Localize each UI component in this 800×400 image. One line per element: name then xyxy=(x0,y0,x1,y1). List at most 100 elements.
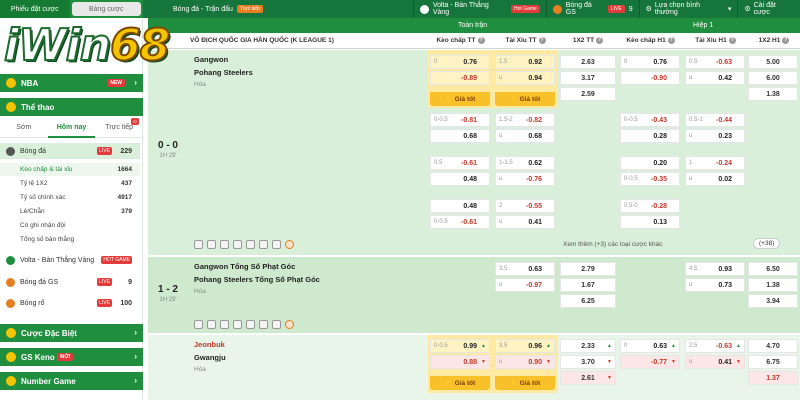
best-price-button[interactable]: ⚡ Giá tốt xyxy=(430,376,490,390)
info-icon[interactable]: ? xyxy=(728,36,736,44)
odds-cell[interactable]: 0.5-0 -0.28 xyxy=(620,199,680,213)
odds-cell[interactable]: 2.61 ▼ xyxy=(560,371,616,385)
best-price-button[interactable]: ⚡ Giá tốt xyxy=(495,92,555,106)
odds-cell[interactable]: u 0.94 xyxy=(495,71,555,85)
odds-cell[interactable]: 3.5 0.63 xyxy=(495,262,555,276)
odds-cell[interactable]: u -0.97 xyxy=(495,278,555,292)
scoreboard-icon[interactable] xyxy=(272,239,281,249)
odds-cell[interactable]: 0.20 xyxy=(620,156,680,170)
odds-cell[interactable]: 0.5 -0.61 xyxy=(430,156,490,170)
star-icon[interactable] xyxy=(194,319,203,329)
odds-cell[interactable]: 2 -0.55 xyxy=(495,199,555,213)
sidebar-item-sports[interactable]: Thể thao xyxy=(0,98,143,116)
odds-cell[interactable]: 4.70 xyxy=(748,339,798,353)
odds-cell[interactable]: 1.37 xyxy=(748,371,798,385)
volta-link[interactable]: Volta - Bàn Thắng Vàng Hot Game xyxy=(412,0,546,18)
odds-cell[interactable]: 1.38 xyxy=(748,87,798,101)
odds-cell[interactable]: u 0.90 ▼ xyxy=(495,355,555,369)
odds-cell[interactable]: 1.67 xyxy=(560,278,616,292)
odds-cell[interactable]: u 0.02 xyxy=(685,172,745,186)
odds-cell[interactable]: 0.68 xyxy=(430,129,490,143)
table-icon[interactable] xyxy=(246,319,255,329)
best-price-button[interactable]: ⚡ Giá tốt xyxy=(430,92,490,106)
info-icon[interactable]: ? xyxy=(667,36,675,44)
odds-cell[interactable]: 2.33 ▲ xyxy=(560,339,616,353)
table-icon[interactable] xyxy=(246,239,255,249)
sub-item-total-goals[interactable]: Tổng số bàn thắng xyxy=(0,233,140,246)
chart-icon[interactable] xyxy=(220,319,229,329)
odds-cell[interactable]: 1 -0.24 xyxy=(685,156,745,170)
odds-cell[interactable]: 6.50 xyxy=(748,262,798,276)
sub-item-team-score[interactable]: Có ghi nhận đội xyxy=(0,219,140,232)
odds-cell[interactable]: -0.89 xyxy=(430,71,490,85)
odds-cell[interactable]: 0.28 xyxy=(620,129,680,143)
list-icon[interactable] xyxy=(259,239,268,249)
odds-cell[interactable]: 3.94 xyxy=(748,294,798,308)
sport-item-football[interactable]: Bóng đá LIVE 229 xyxy=(0,143,140,159)
odds-cell[interactable]: 5.00 xyxy=(748,55,798,69)
odds-cell[interactable]: 1.38 xyxy=(748,278,798,292)
odds-cell[interactable]: u 0.23 xyxy=(685,129,745,143)
eye-icon[interactable] xyxy=(233,319,242,329)
odds-cell[interactable]: 2.79 xyxy=(560,262,616,276)
odds-cell[interactable]: 0-0.5 -0.35 xyxy=(620,172,680,186)
sidebar-item-special-bets[interactable]: Cược Đặc Biệt › xyxy=(0,324,143,342)
stats-icon[interactable] xyxy=(207,319,216,329)
tab-bet-board[interactable]: Bảng cược xyxy=(71,2,141,16)
fire-icon[interactable] xyxy=(285,239,294,249)
more-bets-button[interactable]: (+38) xyxy=(753,238,781,249)
odds-cell[interactable]: 2.5 -0.63 ▲ xyxy=(685,339,745,353)
odds-cell[interactable]: 0.88 ▼ xyxy=(430,355,490,369)
odds-cell[interactable]: 0 0.76 xyxy=(620,55,680,69)
sub-item-odd-even[interactable]: Lẻ/Chẵn 379 xyxy=(0,205,140,218)
list-icon[interactable] xyxy=(259,319,268,329)
odds-cell[interactable]: 1.5-2 -0.82 xyxy=(495,113,555,127)
info-icon[interactable]: ? xyxy=(477,36,485,44)
tab-live[interactable]: Trực tiếp 22 xyxy=(95,117,143,138)
fire-icon[interactable] xyxy=(285,319,294,329)
odds-cell[interactable]: u 0.41 xyxy=(495,215,555,229)
scoreboard-icon[interactable] xyxy=(272,319,281,329)
odds-type-select[interactable]: ⚙ Lựa chọn bình thường ▾ xyxy=(638,0,738,18)
sport-item-football-gs[interactable]: Bóng đá GS LIVE 9 xyxy=(0,274,140,290)
sport-item-volta[interactable]: Volta - Bàn Thắng Vàng HOT GAME xyxy=(0,252,140,268)
sub-item-1x2[interactable]: Tỷ lệ 1X2 437 xyxy=(0,177,140,190)
odds-cell[interactable]: 0.13 xyxy=(620,215,680,229)
odds-cell[interactable]: u 0.68 xyxy=(495,129,555,143)
odds-cell[interactable]: 3.5 0.96 ▲ xyxy=(495,339,555,353)
sidebar-item-gs-keno[interactable]: GS Keno MỚI › xyxy=(0,348,143,366)
tab-today[interactable]: Hôm nay xyxy=(47,118,96,138)
odds-cell[interactable]: 0 0.76 xyxy=(430,55,490,69)
odds-cell[interactable]: u 0.73 xyxy=(685,278,745,292)
football-gs-link[interactable]: Bóng đá GS LIVE 9 xyxy=(545,0,639,18)
odds-cell[interactable]: 6.25 xyxy=(560,294,616,308)
bet-settings-button[interactable]: ⚙ Cài đặt cược xyxy=(737,0,800,18)
odds-cell[interactable]: 0 0.63 ▲ xyxy=(620,339,680,353)
odds-cell[interactable]: 0-0.5 -0.43 xyxy=(620,113,680,127)
sport-item-basketball[interactable]: Bóng rổ LIVE 100 xyxy=(0,295,140,311)
odds-cell[interactable]: -0.77 ▼ xyxy=(620,355,680,369)
odds-cell[interactable]: u -0.76 xyxy=(495,172,555,186)
odds-cell[interactable]: 0.48 xyxy=(430,199,490,213)
odds-cell[interactable]: 0.5-1 -0.44 xyxy=(685,113,745,127)
odds-cell[interactable]: 1.5 0.92 xyxy=(495,55,555,69)
odds-cell[interactable]: 0-0.5 -0.81 xyxy=(430,113,490,127)
sidebar-item-number-game[interactable]: Number Game › xyxy=(0,372,143,390)
chart-icon[interactable] xyxy=(220,239,229,249)
odds-cell[interactable]: 2.63 xyxy=(560,55,616,69)
odds-cell[interactable]: u 0.41 ▼ xyxy=(685,355,745,369)
odds-cell[interactable]: 1-1.5 0.62 xyxy=(495,156,555,170)
sub-item-correct-score[interactable]: Tỷ số chính xác 4917 xyxy=(0,191,140,204)
odds-cell[interactable]: u 0.42 xyxy=(685,71,745,85)
odds-cell[interactable]: 3.17 xyxy=(560,71,616,85)
info-icon[interactable]: ? xyxy=(538,36,546,44)
star-icon[interactable] xyxy=(194,239,203,249)
odds-cell[interactable]: 6.00 xyxy=(748,71,798,85)
tab-early[interactable]: Sớm xyxy=(0,118,48,138)
odds-cell[interactable]: 6.75 xyxy=(748,355,798,369)
sub-item-handicap[interactable]: Kèo chấp & tài xỉu 1664 xyxy=(0,163,140,176)
odds-cell[interactable]: 0.48 xyxy=(430,172,490,186)
odds-cell[interactable]: 4.5 0.93 xyxy=(685,262,745,276)
tab-bet-slip[interactable]: Phiếu đặt cược xyxy=(0,0,70,18)
odds-cell[interactable]: 2.59 xyxy=(560,87,616,101)
